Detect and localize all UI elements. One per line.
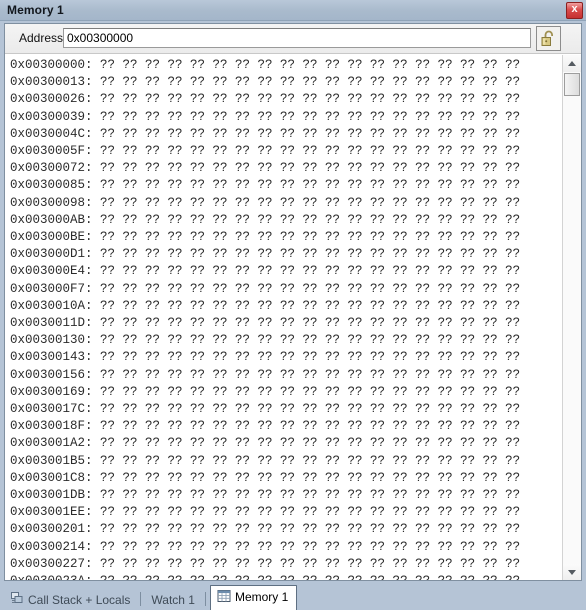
unlocked-padlock-icon [537, 27, 560, 50]
tab-label: Call Stack + Locals [28, 592, 131, 607]
tab-call-stack-locals[interactable]: Call Stack + Locals [4, 589, 136, 610]
tab-strip-filler [274, 585, 558, 610]
memory-vertical-scrollbar[interactable] [562, 55, 581, 580]
tab-label: Memory 1 [234, 590, 289, 604]
memory-client-area: Address: 0x00300000: ?? ?? ?? ?? ?? ?? ?… [4, 23, 582, 581]
memory-row: 0x003001C8: ?? ?? ?? ?? ?? ?? ?? ?? ?? ?… [10, 470, 521, 485]
memory-row: 0x00300013: ?? ?? ?? ?? ?? ?? ?? ?? ?? ?… [10, 75, 521, 90]
memory-row: 0x00300039: ?? ?? ?? ?? ?? ?? ?? ?? ?? ?… [10, 109, 521, 124]
memory-row: 0x0030004C: ?? ?? ?? ?? ?? ?? ?? ?? ?? ?… [10, 126, 521, 141]
memory-toolbar: Address: [5, 24, 581, 54]
memory-row: 0x0030017C: ?? ?? ?? ?? ?? ?? ?? ?? ?? ?… [10, 402, 521, 417]
scroll-down-arrow-icon[interactable] [563, 564, 581, 580]
tab-watch-1[interactable]: Watch 1 [145, 589, 201, 610]
memory-row: 0x00300143: ?? ?? ?? ?? ?? ?? ?? ?? ?? ?… [10, 350, 521, 365]
memory-row: 0x0030018F: ?? ?? ?? ?? ?? ?? ?? ?? ?? ?… [10, 419, 521, 434]
memory-window: Memory 1 x Address: 0x00300000 0x0030000… [0, 0, 586, 610]
memory-row: 0x00300201: ?? ?? ?? ?? ?? ?? ?? ?? ?? ?… [10, 522, 521, 537]
tab-label: Watch 1 [151, 592, 195, 607]
lock-toggle-button[interactable] [536, 26, 561, 51]
tab-list: Call Stack + Locals Watch 1 Memory 1 [4, 585, 298, 610]
memory-row: 0x0030005F: ?? ?? ?? ?? ?? ?? ?? ?? ?? ?… [10, 144, 521, 159]
memory-row: 0x003001A2: ?? ?? ?? ?? ?? ?? ?? ?? ?? ?… [10, 436, 521, 451]
call-stack-icon [10, 591, 24, 608]
tab-separator [204, 592, 206, 606]
memory-row: 0x003001EE: ?? ?? ?? ?? ?? ?? ?? ?? ?? ?… [10, 505, 521, 520]
close-button[interactable]: x [566, 2, 583, 19]
address-input[interactable] [63, 28, 531, 48]
memory-row: 0x00300098: ?? ?? ?? ?? ?? ?? ?? ?? ?? ?… [10, 195, 521, 210]
memory-row: 0x003000F7: ?? ?? ?? ?? ?? ?? ?? ?? ?? ?… [10, 281, 521, 296]
tab-separator [140, 592, 142, 606]
tab-memory-1[interactable]: Memory 1 [209, 585, 298, 610]
memory-row: 0x00300000: ?? ?? ?? ?? ?? ?? ?? ?? ?? ?… [10, 58, 521, 72]
memory-row: 0x00300214: ?? ?? ?? ?? ?? ?? ?? ?? ?? ?… [10, 539, 521, 554]
address-label: Address: [19, 31, 67, 45]
memory-row: 0x003000D1: ?? ?? ?? ?? ?? ?? ?? ?? ?? ?… [10, 247, 521, 262]
scrollbar-track[interactable] [563, 72, 581, 564]
memory-rows: 0x00300000: ?? ?? ?? ?? ?? ?? ?? ?? ?? ?… [10, 57, 521, 580]
memory-row: 0x003000BE: ?? ?? ?? ?? ?? ?? ?? ?? ?? ?… [10, 230, 521, 245]
window-titlebar: Memory 1 x [0, 0, 586, 21]
memory-row: 0x00300227: ?? ?? ?? ?? ?? ?? ?? ?? ?? ?… [10, 556, 521, 571]
memory-row: 0x003000E4: ?? ?? ?? ?? ?? ?? ?? ?? ?? ?… [10, 264, 521, 279]
memory-row: 0x00300130: ?? ?? ?? ?? ?? ?? ?? ?? ?? ?… [10, 333, 521, 348]
close-icon: x [571, 3, 578, 15]
memory-grid-icon [217, 589, 231, 606]
scrollbar-thumb[interactable] [564, 73, 580, 96]
memory-row: 0x00300156: ?? ?? ?? ?? ?? ?? ?? ?? ?? ?… [10, 367, 521, 382]
memory-row: 0x003001B5: ?? ?? ?? ?? ?? ?? ?? ?? ?? ?… [10, 453, 521, 468]
window-title: Memory 1 [7, 3, 64, 17]
memory-row: 0x0030023A: ?? ?? ?? ?? ?? ?? ?? ?? ?? ?… [10, 573, 520, 580]
memory-row: 0x0030010A: ?? ?? ?? ?? ?? ?? ?? ?? ?? ?… [10, 298, 521, 313]
memory-row: 0x00300085: ?? ?? ?? ?? ?? ?? ?? ?? ?? ?… [10, 178, 521, 193]
memory-row: 0x0030011D: ?? ?? ?? ?? ?? ?? ?? ?? ?? ?… [10, 316, 521, 331]
memory-row: 0x00300026: ?? ?? ?? ?? ?? ?? ?? ?? ?? ?… [10, 92, 521, 107]
bottom-tab-strip: Call Stack + Locals Watch 1 Memory 1 [0, 583, 586, 610]
memory-row: 0x003000AB: ?? ?? ?? ?? ?? ?? ?? ?? ?? ?… [10, 212, 521, 227]
memory-row: 0x00300169: ?? ?? ?? ?? ?? ?? ?? ?? ?? ?… [10, 384, 521, 399]
memory-hex-view[interactable]: 0x00300000: ?? ?? ?? ?? ?? ?? ?? ?? ?? ?… [5, 55, 562, 580]
memory-row: 0x003001DB: ?? ?? ?? ?? ?? ?? ?? ?? ?? ?… [10, 488, 521, 503]
scroll-up-arrow-icon[interactable] [563, 55, 581, 72]
memory-row: 0x00300072: ?? ?? ?? ?? ?? ?? ?? ?? ?? ?… [10, 161, 521, 176]
